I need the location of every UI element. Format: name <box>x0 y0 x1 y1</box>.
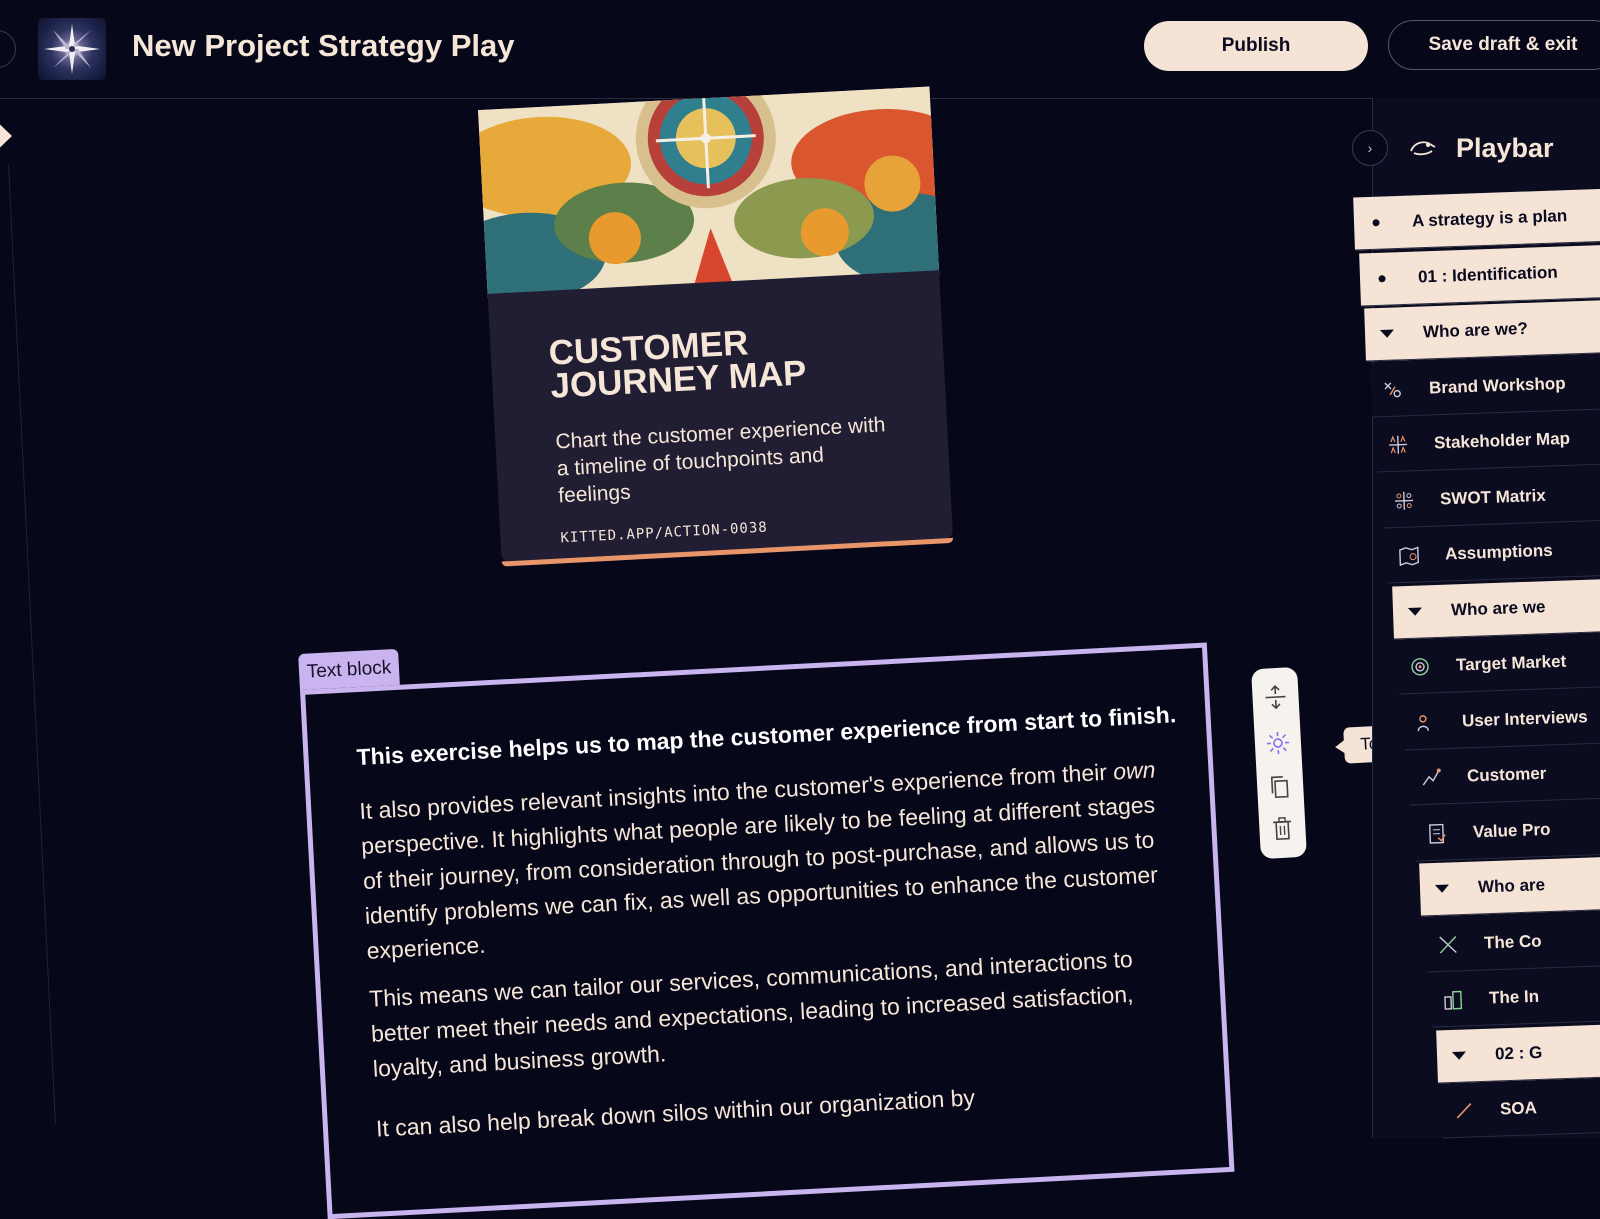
playbar-item[interactable]: Brand Workshop <box>1370 355 1600 417</box>
playbar-item-label: Who are we <box>1450 597 1545 620</box>
playbar-item-label: 01 : Identification <box>1417 262 1557 287</box>
card-description: Chart the customer experience with a tim… <box>555 411 899 510</box>
playbar-item-label: Customer <box>1467 764 1547 787</box>
buildings-icon <box>1431 988 1476 1012</box>
caret-down-icon <box>1436 1050 1480 1062</box>
tool-icon <box>1442 1099 1487 1123</box>
block-toolbar <box>1251 667 1307 859</box>
document-icon <box>1414 822 1459 846</box>
paragraph-1-emphasis: own <box>1113 756 1157 784</box>
sun-icon[interactable] <box>1262 727 1294 759</box>
bullet-icon <box>1354 217 1398 229</box>
publish-button[interactable]: Publish <box>1144 21 1368 71</box>
playbar-item[interactable]: Who are we <box>1392 577 1600 639</box>
playbar-item[interactable]: Value Pro <box>1414 799 1600 861</box>
playbar-item[interactable]: 01 : Identification <box>1359 244 1600 306</box>
trash-icon[interactable] <box>1267 813 1299 845</box>
text-block-paragraph-3: It can also help break down silos within… <box>375 1069 1191 1147</box>
page-title: New Project Strategy Play <box>132 28 515 64</box>
card-artwork <box>478 86 939 297</box>
swords-icon <box>1425 933 1470 957</box>
caret-down-icon <box>1420 883 1464 895</box>
playbar-item-label: Brand Workshop <box>1428 373 1565 398</box>
playbar-item-label: Stakeholder Map <box>1434 429 1571 454</box>
tactics-icon <box>1370 378 1415 402</box>
playbar-item[interactable]: Target Market <box>1397 632 1600 694</box>
playbar-item-label: Who are we? <box>1423 319 1528 343</box>
back-button[interactable] <box>0 30 16 68</box>
text-block-content[interactable]: This exercise helps us to map the custom… <box>300 642 1234 1219</box>
playbar-item-label: SWOT Matrix <box>1439 485 1545 509</box>
playbar-item[interactable]: SOA <box>1441 1076 1600 1138</box>
caret-down-icon <box>1365 328 1409 340</box>
card-body: CUSTOMER JOURNEY MAP Chart the customer … <box>488 270 954 563</box>
playbar-collapse-button[interactable]: › <box>1352 130 1388 166</box>
playbar-item[interactable]: SWOT Matrix <box>1381 466 1600 528</box>
playbar-hands-icon <box>1408 133 1438 163</box>
playbar-item[interactable]: The Co <box>1425 910 1600 972</box>
playbar-item-label: User Interviews <box>1461 707 1587 731</box>
text-block-paragraph-1: It also provides relevant insights into … <box>359 751 1182 968</box>
playbar-item[interactable]: A strategy is a plan <box>1353 188 1600 250</box>
save-draft-button[interactable]: Save draft & exit <box>1388 20 1600 70</box>
interview-icon <box>1403 711 1448 735</box>
playbar-item-label: A strategy is a plan <box>1412 206 1568 231</box>
action-card[interactable]: CUSTOMER JOURNEY MAP Chart the customer … <box>478 86 954 579</box>
compass-star-icon <box>38 18 106 80</box>
target-icon <box>1398 655 1443 679</box>
bullet-icon <box>1359 273 1403 285</box>
grid-icon <box>1376 433 1421 457</box>
card-title: CUSTOMER JOURNEY MAP <box>548 318 911 403</box>
playbar-item-label: SOA <box>1500 1098 1538 1119</box>
playbar-item[interactable]: Who are <box>1419 854 1600 916</box>
playbar-item[interactable]: The In <box>1430 965 1600 1027</box>
playbar-item-label: The In <box>1489 987 1540 1009</box>
playbar-item-label: Assumptions <box>1445 541 1553 565</box>
playbar-item[interactable]: 02 : G <box>1436 1021 1600 1083</box>
resize-icon[interactable] <box>1260 681 1292 713</box>
compass-artwork-icon <box>478 86 939 297</box>
map-icon <box>1387 544 1432 568</box>
left-divider <box>8 165 56 1124</box>
journey-icon <box>1409 766 1454 790</box>
playbar-item[interactable]: Stakeholder Map <box>1375 410 1600 472</box>
left-panel-arrow-icon[interactable] <box>0 115 12 157</box>
caret-down-icon <box>1392 606 1436 618</box>
playbar-item[interactable]: User Interviews <box>1403 688 1600 750</box>
text-block[interactable]: Text block This exercise helps us to map… <box>300 642 1236 1209</box>
playbar-header: Playbar <box>1408 130 1554 166</box>
playbar-title: Playbar <box>1456 133 1554 164</box>
playbar-item[interactable]: Assumptions <box>1386 521 1600 583</box>
playbar-item[interactable]: Who are we? <box>1364 299 1600 361</box>
card-url: KITTED.APP/ACTION-0038 <box>560 520 768 547</box>
copy-icon[interactable] <box>1264 771 1296 803</box>
playbar-item-label: Target Market <box>1456 652 1567 676</box>
playbar-item-label: The Co <box>1483 931 1541 953</box>
chevron-right-icon: › <box>1368 140 1373 156</box>
swot-icon <box>1381 489 1426 513</box>
playbar-item-label: Who are <box>1478 875 1546 897</box>
playbar-item-label: Value Pro <box>1472 819 1550 842</box>
top-bar: New Project Strategy Play Publish Save d… <box>0 0 1600 99</box>
playbar-item-label: 02 : G <box>1494 1042 1542 1064</box>
playbar-item[interactable]: Customer <box>1408 743 1600 805</box>
project-logo <box>38 18 106 80</box>
